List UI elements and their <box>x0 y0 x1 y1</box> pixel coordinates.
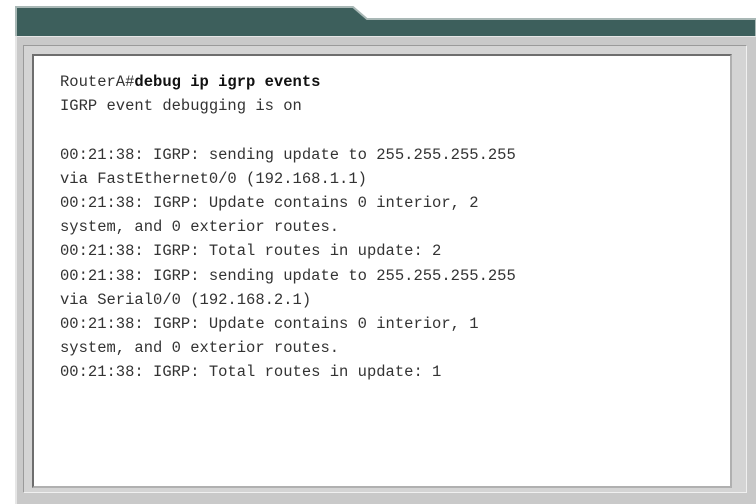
command-text: debug ip igrp events <box>134 73 321 91</box>
output-line: 00:21:38: IGRP: sending update to 255.25… <box>60 266 516 285</box>
output-line: via FastEthernet0/0 (192.168.1.1) <box>60 169 367 188</box>
terminal-text: RouterA#debug ip igrp events IGRP event d… <box>60 70 516 384</box>
output-line: 00:21:38: IGRP: Update contains 0 interi… <box>60 314 479 333</box>
output-line: 00:21:38: IGRP: Total routes in update: … <box>60 363 442 382</box>
output-line: 00:21:38: IGRP: Update contains 0 interi… <box>60 193 479 212</box>
output-line: 00:21:38: IGRP: sending update to 255.25… <box>60 145 516 164</box>
prompt: RouterA# <box>60 73 135 91</box>
output-line: IGRP event debugging is on <box>60 97 302 116</box>
command-line: RouterA#debug ip igrp events <box>60 70 516 94</box>
terminal-output: RouterA#debug ip igrp events IGRP event d… <box>32 54 732 488</box>
window-frame: RouterA#debug ip igrp events IGRP event d… <box>0 0 756 504</box>
output-line: via Serial0/0 (192.168.2.1) <box>60 290 312 309</box>
output-line: 00:21:38: IGRP: Total routes in update: … <box>60 242 442 261</box>
title-band <box>15 4 756 38</box>
title-band-shape <box>15 6 756 38</box>
output-line: system, and 0 exterior routes. <box>60 218 340 237</box>
output-line: system, and 0 exterior routes. <box>60 339 340 358</box>
